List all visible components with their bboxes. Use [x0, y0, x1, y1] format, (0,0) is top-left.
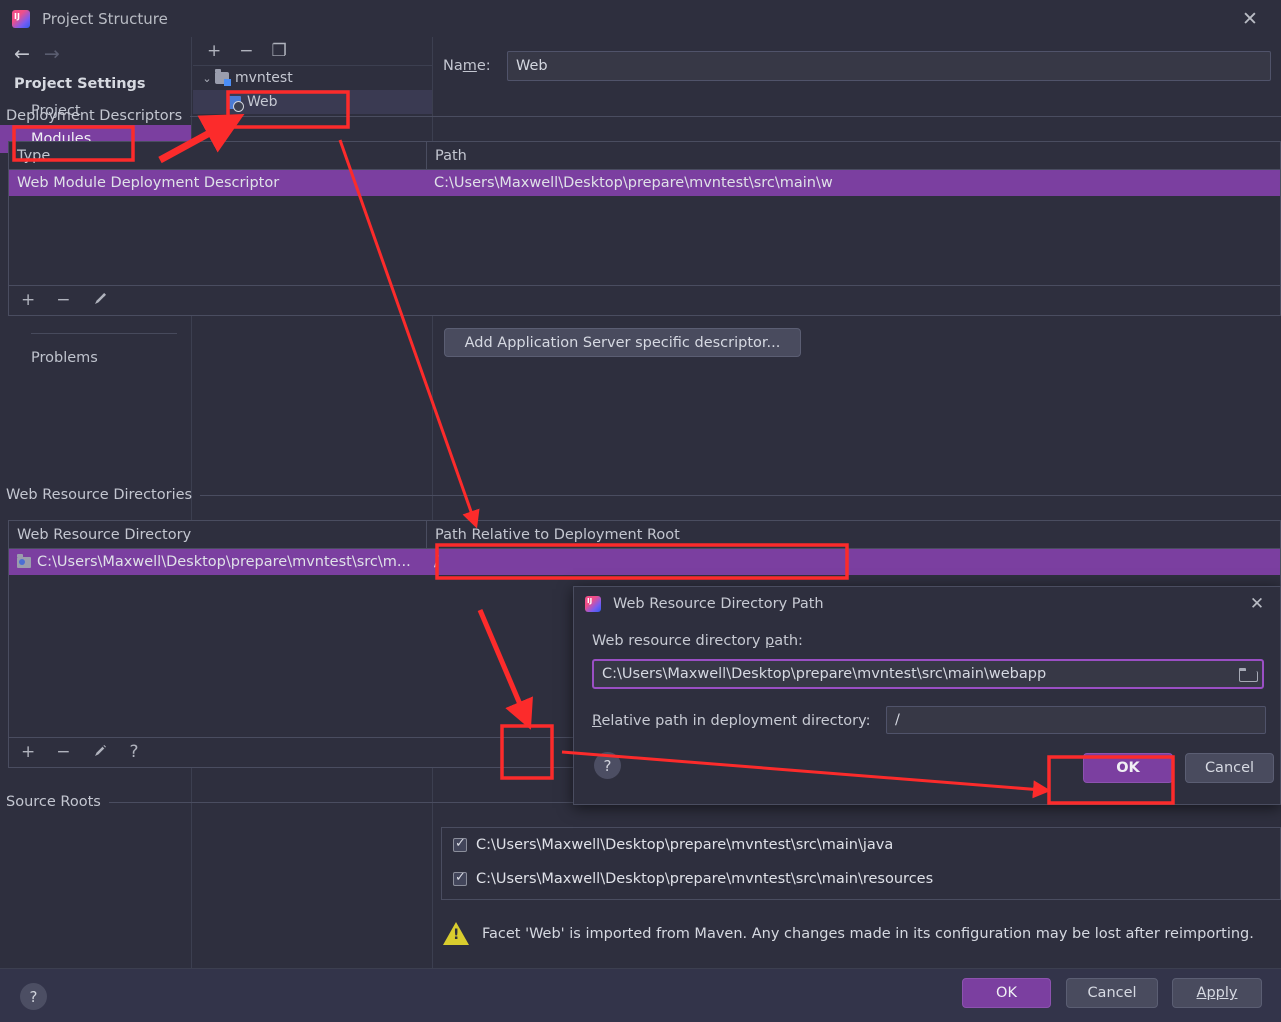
directory-icon [17, 557, 31, 568]
relative-path-label: Relative path in deployment directory: [592, 713, 871, 729]
edit-webresource-button[interactable] [92, 742, 109, 763]
path-input-value: C:\Users\Maxwell\Desktop\prepare\mvntest… [602, 666, 1239, 682]
checkbox-checked-icon[interactable] [453, 872, 467, 886]
help-webresource-button[interactable]: ? [130, 744, 139, 761]
name-row: Name: Web [443, 50, 1271, 81]
name-input[interactable]: Web [507, 51, 1271, 81]
section-title: Deployment Descriptors [6, 108, 182, 124]
chevron-down-icon[interactable]: ⌄ [199, 72, 215, 85]
sidebar-divider [31, 333, 177, 334]
maven-facet-warning: Facet 'Web' is imported from Maven. Any … [443, 922, 1254, 945]
intellij-idea-icon [585, 596, 601, 612]
column-header-web-resource-directory[interactable]: Web Resource Directory [9, 521, 426, 548]
web-resource-directory-path-input[interactable]: C:\Users\Maxwell\Desktop\prepare\mvntest… [592, 659, 1264, 689]
add-module-button[interactable]: + [207, 43, 221, 60]
column-header-type[interactable]: Type [9, 142, 426, 169]
cell-directory: C:\Users\Maxwell\Desktop\prepare\mvntest… [9, 549, 426, 575]
name-label: Name: [443, 58, 507, 74]
edit-descriptor-button[interactable] [92, 290, 109, 311]
web-resource-directory-path-label: Web resource directory path: [592, 633, 803, 649]
tree-node-label: mvntest [235, 70, 293, 86]
relative-path-input[interactable]: / [886, 706, 1266, 734]
folder-open-icon[interactable] [1239, 668, 1256, 681]
deployment-descriptors-toolbar: + − [8, 286, 1281, 316]
table-row[interactable]: C:\Users\Maxwell\Desktop\prepare\mvntest… [9, 549, 1280, 575]
modules-tree-toolbar: + − ❐ [193, 37, 432, 66]
ok-button[interactable]: OK [962, 978, 1051, 1008]
section-rule [190, 116, 1281, 117]
arrow-left-icon[interactable]: ← [14, 45, 30, 64]
column-header-path[interactable]: Path [426, 142, 1280, 169]
module-folder-icon [215, 72, 229, 84]
warning-text: Facet 'Web' is imported from Maven. Any … [482, 926, 1254, 942]
section-rule [200, 495, 1281, 496]
remove-descriptor-button[interactable]: − [56, 292, 70, 309]
dialog-title: Web Resource Directory Path [613, 596, 824, 612]
source-root-path: C:\Users\Maxwell\Desktop\prepare\mvntest… [476, 837, 893, 853]
question-mark-icon[interactable]: ? [20, 983, 47, 1010]
deployment-descriptors-section-header: Deployment Descriptors [6, 108, 1281, 124]
source-root-path: C:\Users\Maxwell\Desktop\prepare\mvntest… [476, 871, 933, 887]
table-header-row: Type Path [9, 142, 1280, 170]
list-item[interactable]: C:\Users\Maxwell\Desktop\prepare\mvntest… [442, 828, 1280, 862]
cell-directory-text: C:\Users\Maxwell\Desktop\prepare\mvntest… [37, 554, 411, 570]
arrow-right-icon[interactable]: → [44, 45, 60, 64]
dialog-ok-button[interactable]: OK [1083, 753, 1173, 783]
table-row[interactable]: Web Module Deployment Descriptor C:\User… [9, 170, 1280, 196]
web-facet-icon [227, 96, 241, 109]
close-icon[interactable]: ✕ [1246, 593, 1268, 615]
project-structure-window: Project Structure ✕ ← → Project Settings… [0, 0, 1281, 1022]
sidebar-item-problems[interactable]: Problems [0, 344, 191, 372]
deployment-descriptors-table: Type Path Web Module Deployment Descript… [8, 141, 1281, 286]
checkbox-checked-icon[interactable] [453, 838, 467, 852]
cell-relative-path: / [426, 549, 1280, 575]
apply-button[interactable]: Apply [1172, 978, 1262, 1008]
sidebar-group-project-settings: Project Settings [0, 71, 191, 97]
add-descriptor-button[interactable]: + [21, 292, 35, 309]
column-header-relative-path[interactable]: Path Relative to Deployment Root [426, 521, 1280, 548]
add-webresource-button[interactable]: + [21, 744, 35, 761]
close-icon[interactable]: ✕ [1237, 6, 1263, 32]
cell-type: Web Module Deployment Descriptor [9, 170, 426, 196]
copy-module-button[interactable]: ❐ [272, 43, 287, 60]
window-title: Project Structure [42, 10, 168, 28]
remove-webresource-button[interactable]: − [56, 744, 70, 761]
web-resource-directory-path-dialog: Web Resource Directory Path ✕ Web resour… [573, 586, 1281, 805]
table-header-row: Web Resource Directory Path Relative to … [9, 521, 1280, 549]
title-bar: Project Structure ✕ [0, 0, 1281, 37]
section-title: Web Resource Directories [6, 487, 192, 503]
web-resource-directories-section-header: Web Resource Directories [6, 487, 1281, 503]
dialog-cancel-button[interactable]: Cancel [1185, 753, 1274, 783]
nav-arrows: ← → [0, 37, 191, 71]
intellij-idea-icon [12, 10, 30, 28]
remove-module-button[interactable]: − [239, 43, 253, 60]
cell-path: C:\Users\Maxwell\Desktop\prepare\mvntest… [426, 170, 1280, 196]
section-title: Source Roots [6, 794, 101, 810]
list-item[interactable]: C:\Users\Maxwell\Desktop\prepare\mvntest… [442, 862, 1280, 896]
source-roots-list: C:\Users\Maxwell\Desktop\prepare\mvntest… [441, 827, 1281, 900]
cancel-button[interactable]: Cancel [1066, 978, 1158, 1008]
tree-node-mvntest[interactable]: ⌄ mvntest [193, 66, 432, 90]
dialog-title-bar: Web Resource Directory Path ✕ [574, 587, 1280, 621]
warning-triangle-icon [443, 922, 469, 945]
question-mark-icon[interactable]: ? [594, 752, 621, 779]
add-application-server-descriptor-button[interactable]: Add Application Server specific descript… [444, 328, 801, 357]
